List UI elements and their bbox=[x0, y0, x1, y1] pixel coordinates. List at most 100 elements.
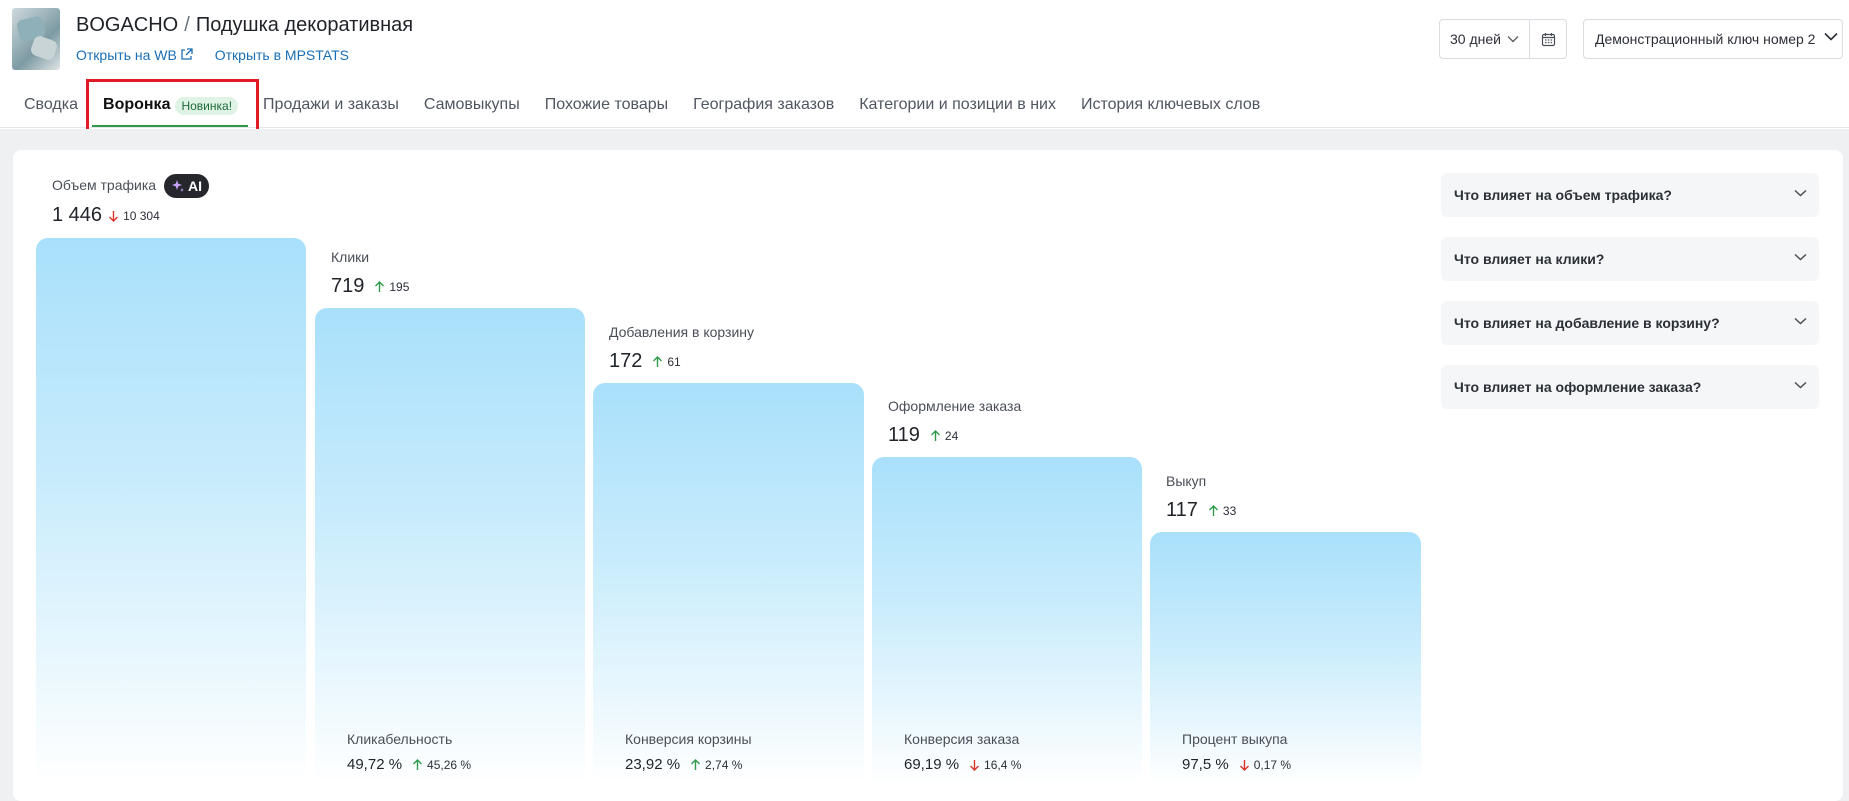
calendar-icon bbox=[1541, 32, 1555, 46]
conversion-value-buyout: 97,5 % 0,17 % bbox=[1182, 756, 1291, 773]
tab-label: Воронка bbox=[103, 96, 171, 113]
stage-value-checkout: 119 24 bbox=[888, 424, 958, 447]
arrow-up-icon bbox=[930, 429, 940, 441]
arrow-up-icon bbox=[375, 280, 385, 292]
conversion-number: 69,19 % bbox=[904, 756, 960, 773]
funnel-bar-cart bbox=[593, 383, 864, 784]
conversion-label-buyout: Процент выкупа bbox=[1182, 731, 1288, 747]
conversion-number: 49,72 % bbox=[347, 756, 403, 773]
new-badge: Новинка! bbox=[175, 97, 239, 115]
tab-label: Похожие товары bbox=[544, 96, 669, 113]
api-key-value: Демонстрационный ключ номер 2 bbox=[1595, 31, 1816, 47]
product-thumbnail[interactable] bbox=[12, 8, 60, 70]
arrow-down-icon bbox=[970, 759, 980, 771]
delta-up: 2,74 % bbox=[690, 758, 742, 772]
open-mpstats-link[interactable]: Открыть в MPSTATS bbox=[215, 47, 349, 63]
tab-sales-orders[interactable]: Продажи и заказы bbox=[263, 96, 399, 126]
conversion-label-order: Конверсия заказа bbox=[904, 731, 1020, 747]
arrow-down-icon bbox=[109, 210, 119, 222]
tab-summary[interactable]: Сводка bbox=[24, 96, 78, 126]
stage-label-purchase: Выкуп bbox=[1166, 473, 1207, 489]
period-value: 30 дней bbox=[1450, 31, 1501, 47]
conversion-value-cart: 23,92 % 2,74 % bbox=[625, 756, 742, 773]
chevron-down-icon bbox=[1794, 381, 1807, 389]
delta-value: 0,17 % bbox=[1253, 757, 1292, 772]
delta-up: 24 bbox=[930, 429, 958, 443]
stage-number: 1 446 bbox=[52, 204, 103, 226]
tab-label: Сводка bbox=[24, 96, 79, 113]
arrow-down-icon bbox=[1239, 759, 1249, 771]
accordion-click-factors[interactable]: Что влияет на клики? bbox=[1441, 237, 1819, 281]
chevron-down-icon bbox=[1794, 189, 1807, 197]
stage-number: 719 bbox=[331, 275, 365, 297]
open-wb-link-label: Открыть на WB bbox=[76, 47, 177, 63]
chevron-down-icon bbox=[1794, 317, 1807, 325]
funnel-bar-traffic bbox=[36, 238, 306, 784]
ai-label: AI bbox=[188, 178, 202, 194]
delta-up: 33 bbox=[1208, 504, 1236, 518]
tab-funnel[interactable]: Воронка Новинка! bbox=[103, 96, 239, 126]
accordion-traffic-factors[interactable]: Что влияет на объем трафика? bbox=[1441, 173, 1819, 217]
delta-value: 2,74 % bbox=[705, 757, 743, 772]
active-tab-indicator bbox=[92, 125, 248, 127]
delta-value: 16,4 % bbox=[984, 757, 1022, 772]
tab-bar: Сводка Воронка Новинка! Продажи и заказы … bbox=[24, 96, 1285, 128]
arrow-up-icon bbox=[1208, 504, 1218, 516]
chevron-down-icon bbox=[1794, 253, 1807, 261]
stage-number: 172 bbox=[609, 350, 643, 372]
conversion-label-ctr: Кликабельность bbox=[347, 731, 453, 747]
chevron-down-icon bbox=[1824, 32, 1838, 41]
stage-label-cart: Добавления в корзину bbox=[609, 324, 754, 340]
conversion-label-cart: Конверсия корзины bbox=[625, 731, 752, 747]
period-select[interactable]: 30 дней bbox=[1440, 20, 1530, 58]
page-title: BOGACHO / Подушка декоративная bbox=[76, 14, 413, 37]
tab-label: География заказов bbox=[693, 96, 835, 113]
tab-order-geography[interactable]: География заказов bbox=[693, 96, 834, 126]
delta-up: 195 bbox=[374, 280, 409, 294]
delta-up: 45,26 % bbox=[412, 758, 471, 772]
stage-label-clicks: Клики bbox=[331, 249, 370, 265]
accordion-cart-factors[interactable]: Что влияет на добавление в корзину? bbox=[1441, 301, 1819, 345]
delta-value: 61 bbox=[667, 354, 681, 369]
conversion-value-ctr: 49,72 % 45,26 % bbox=[347, 756, 471, 773]
ai-button[interactable]: AI bbox=[164, 174, 209, 198]
tab-keyword-history[interactable]: История ключевых слов bbox=[1081, 96, 1260, 126]
tab-similar-products[interactable]: Похожие товары bbox=[545, 96, 668, 126]
arrow-up-icon bbox=[691, 758, 701, 770]
conversion-value-order: 69,19 % 16,4 % bbox=[904, 756, 1021, 773]
delta-value: 33 bbox=[1222, 503, 1237, 518]
arrow-up-icon bbox=[413, 758, 423, 770]
delta-value: 24 bbox=[944, 428, 959, 443]
stage-label-checkout: Оформление заказа bbox=[888, 398, 1022, 414]
title-separator: / bbox=[184, 14, 190, 36]
stage-value-traffic: 1 446 10 304 bbox=[52, 204, 160, 227]
product-name: Подушка декоративная bbox=[195, 14, 414, 36]
delta-value: 45,26 % bbox=[427, 757, 472, 772]
stage-value-clicks: 719 195 bbox=[331, 275, 409, 298]
sparkle-icon bbox=[172, 180, 184, 192]
brand-name[interactable]: BOGACHO bbox=[76, 14, 178, 36]
delta-down: 0,17 % bbox=[1239, 758, 1291, 772]
tab-label: Продажи и заказы bbox=[263, 96, 399, 113]
stage-number: 117 bbox=[1166, 499, 1198, 521]
delta-value: 195 bbox=[389, 279, 410, 294]
funnel-bar-clicks bbox=[315, 308, 585, 784]
tab-categories-positions[interactable]: Категории и позиции в них bbox=[859, 96, 1056, 126]
tab-self-purchases[interactable]: Самовыкупы bbox=[424, 96, 520, 126]
tab-label: История ключевых слов bbox=[1080, 96, 1261, 113]
delta-down: 16,4 % bbox=[969, 758, 1021, 772]
accordion-label: Что влияет на добавление в корзину? bbox=[1454, 315, 1720, 331]
api-key-select[interactable]: Демонстрационный ключ номер 2 bbox=[1583, 19, 1843, 59]
calendar-button[interactable] bbox=[1530, 20, 1566, 58]
product-header: BOGACHO / Подушка декоративная Открыть на … bbox=[0, 0, 1849, 128]
chevron-down-icon bbox=[1507, 36, 1519, 43]
header-links: Открыть на WB Открыть в MPSTATS bbox=[76, 47, 367, 63]
tab-label: Категории и позиции в них bbox=[859, 96, 1056, 113]
period-picker: 30 дней bbox=[1439, 19, 1567, 59]
conversion-number: 97,5 % bbox=[1182, 756, 1229, 773]
stage-number: 119 bbox=[888, 424, 920, 446]
accordion-label: Что влияет на оформление заказа? bbox=[1454, 379, 1702, 395]
accordion-checkout-factors[interactable]: Что влияет на оформление заказа? bbox=[1441, 365, 1819, 409]
open-wb-link[interactable]: Открыть на WB bbox=[76, 47, 193, 63]
tab-label: Самовыкупы bbox=[423, 96, 520, 113]
